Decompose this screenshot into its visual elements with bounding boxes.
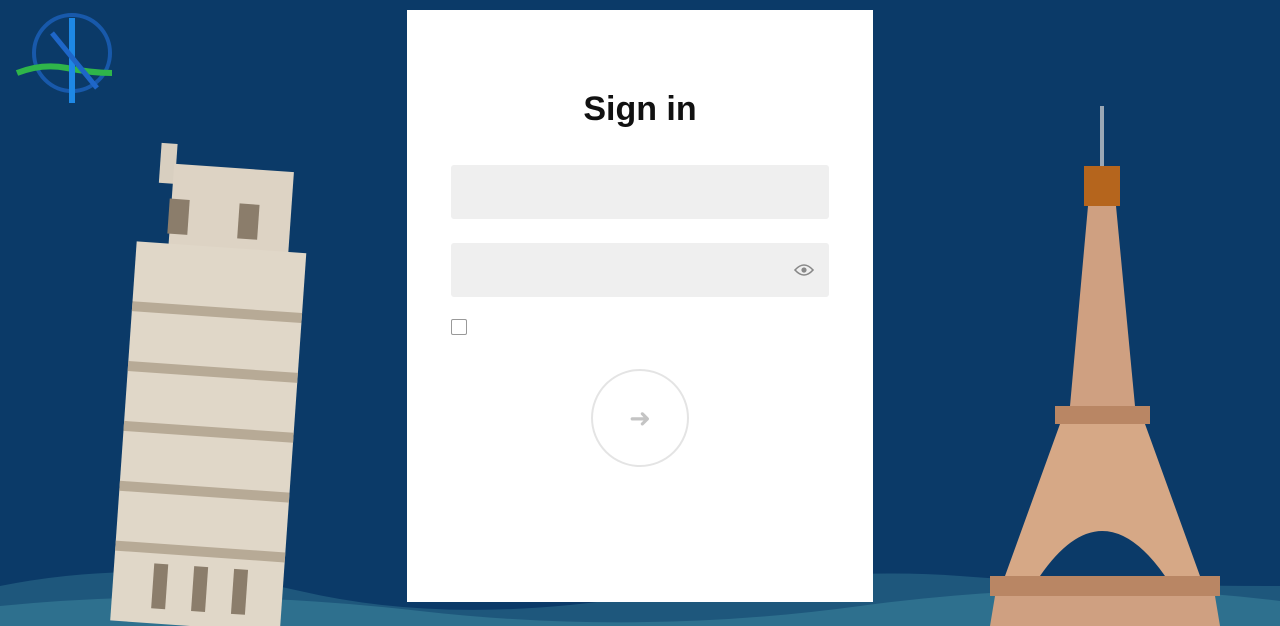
password-input[interactable]	[465, 260, 793, 280]
leaning-tower-image	[110, 142, 307, 626]
username-input[interactable]	[465, 182, 815, 202]
arrow-right-icon: ➜	[629, 402, 651, 433]
eye-icon[interactable]	[793, 259, 815, 281]
brand-logo	[12, 8, 272, 108]
username-field[interactable]	[451, 165, 829, 219]
logo-mark-icon	[15, 13, 113, 103]
submit-button[interactable]: ➜	[591, 369, 689, 467]
signin-card: Sign in ➜	[407, 10, 873, 602]
password-field[interactable]	[451, 243, 829, 297]
remember-me-checkbox[interactable]	[451, 319, 467, 335]
page-title: Sign in	[583, 90, 697, 128]
eiffel-tower-image	[990, 106, 1220, 626]
remember-me[interactable]	[451, 319, 829, 335]
